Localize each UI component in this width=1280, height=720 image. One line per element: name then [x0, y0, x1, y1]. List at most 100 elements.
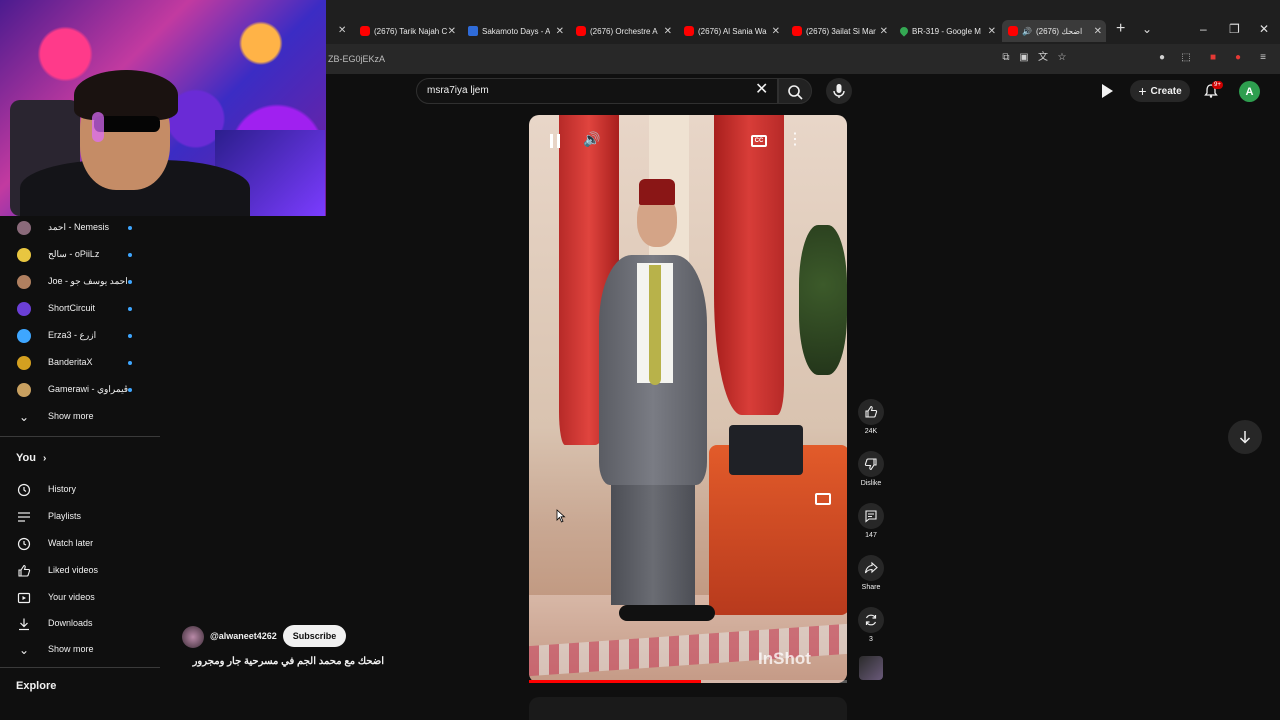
actor-fez: [639, 179, 675, 205]
remix-button[interactable]: 3: [858, 607, 884, 643]
sidebar-item-playlists[interactable]: Playlists: [0, 505, 160, 531]
channel-avatar: [17, 221, 31, 235]
search-query-text[interactable]: msra7iya ljem: [427, 85, 489, 96]
search-button[interactable]: [778, 78, 812, 104]
new-content-dot: [128, 388, 132, 392]
sidebar-subscription-item[interactable]: Gamerawi - ڨيمراوي: [0, 378, 160, 404]
remix-count: 3: [869, 636, 873, 643]
bookmark-star-icon[interactable]: ☆: [1056, 52, 1068, 64]
maximize-button[interactable]: ❐: [1229, 22, 1240, 36]
you-heading-label: You: [16, 452, 36, 464]
downloads-icon: [19, 618, 29, 631]
short-progress-bar[interactable]: [529, 680, 847, 683]
sidebar-subscription-item[interactable]: ShortCircuit: [0, 297, 160, 323]
new-content-dot: [128, 253, 132, 257]
sidebar-item-watch-later[interactable]: Watch later: [0, 532, 160, 558]
extensions-puzzle-icon[interactable]: ⬚: [1180, 52, 1192, 64]
pause-icon[interactable]: [545, 131, 565, 151]
channel-handle[interactable]: @alwaneet4262: [210, 631, 277, 641]
browser-menu-icon[interactable]: ≡: [1257, 52, 1269, 64]
browser-tab[interactable]: BR-319 - Google M ✕: [900, 20, 996, 42]
play-icon[interactable]: [1102, 84, 1113, 98]
mouse-cursor-icon: [556, 509, 566, 523]
picture-in-picture-icon[interactable]: [815, 493, 831, 505]
sidebar-subscription-item[interactable]: احمد - Nemesis: [0, 216, 160, 242]
browser-tab-active[interactable]: 🔊 (2676) اضحك ✕: [1002, 20, 1106, 42]
extension-badge-icon[interactable]: ■: [1207, 52, 1219, 64]
sidebar-item-downloads[interactable]: Downloads: [0, 612, 160, 638]
address-bar-url[interactable]: ZB-EG0jEKzA: [328, 54, 385, 64]
youtube-icon: [1008, 26, 1018, 36]
comments-button[interactable]: 147: [858, 503, 884, 539]
comments-button-circle[interactable]: [858, 503, 884, 529]
share-button[interactable]: Share: [858, 555, 884, 591]
channel-avatar: [17, 248, 31, 262]
close-window-button[interactable]: ✕: [1259, 22, 1269, 36]
share-label: Share: [861, 584, 881, 591]
translate-icon[interactable]: 文: [1037, 52, 1049, 64]
sidebar-subscription-item[interactable]: سالح - oPiiLz: [0, 243, 160, 269]
sidebar-item-liked-videos[interactable]: Liked videos: [0, 559, 160, 585]
extension-icon[interactable]: ●: [1156, 52, 1168, 64]
browser-tab[interactable]: Sakamoto Days - A ✕: [468, 20, 564, 42]
channel-avatar[interactable]: [182, 626, 204, 648]
clear-search-icon[interactable]: ✕: [755, 82, 768, 98]
short-title[interactable]: اضحك مع محمد الجم في مسرحية جار ومجرور: [182, 656, 384, 667]
new-content-dot: [128, 307, 132, 311]
next-short-preview[interactable]: [529, 697, 847, 720]
close-tab-icon[interactable]: ✕: [772, 26, 780, 37]
show-more-subscriptions[interactable]: ⌄ Show more: [0, 405, 160, 431]
close-tab-icon[interactable]: ✕: [448, 26, 456, 37]
tab-search-chevron-icon[interactable]: ⌄: [1142, 22, 1152, 36]
streamer-hair: [74, 70, 178, 120]
close-tab-icon[interactable]: ✕: [556, 26, 564, 37]
arrow-down-icon: [1239, 431, 1251, 444]
sidebar-item-your-videos[interactable]: Your videos: [0, 586, 160, 612]
tab-title: BR-319 - Google M: [912, 26, 981, 36]
volume-icon[interactable]: 🔊: [583, 131, 600, 148]
sidebar-subscription-item[interactable]: Joe - احمد يوسف جو: [0, 270, 160, 296]
sidebar-item-history[interactable]: History: [0, 478, 160, 504]
new-tab-button[interactable]: +: [1116, 20, 1125, 38]
sidebar-subscription-item[interactable]: Erza3 - ازرع: [0, 324, 160, 350]
more-options-icon[interactable]: ⋮: [787, 129, 803, 149]
browser-tab[interactable]: (2676) 3ailat Si Mar ✕: [792, 20, 888, 42]
minimize-button[interactable]: –: [1200, 22, 1207, 36]
comment-count: 147: [865, 532, 877, 539]
sidebar-subscription-item[interactable]: BanderitaX: [0, 351, 160, 377]
browser-tab[interactable]: (2676) Orchestre A ✕: [576, 20, 672, 42]
like-button-circle[interactable]: [858, 399, 884, 425]
voice-search-button[interactable]: [826, 78, 852, 104]
create-button[interactable]: + Create: [1130, 80, 1190, 102]
sound-thumbnail[interactable]: [859, 656, 883, 680]
channel-name: ShortCircuit: [48, 303, 96, 313]
youtube-icon: [792, 26, 802, 36]
share-button-circle[interactable]: [858, 555, 884, 581]
dislike-button[interactable]: Dislike: [858, 451, 884, 487]
channel-name: Erza3 - ازرع: [48, 330, 97, 340]
close-tab-icon[interactable]: ✕: [988, 26, 996, 37]
close-tab-icon[interactable]: ✕: [880, 26, 888, 37]
browser-tab[interactable]: (2676) Al Sania Wa ✕: [684, 20, 780, 42]
headset: [92, 112, 104, 142]
browser-tab[interactable]: (2676) Tarik Najah C ✕: [360, 20, 456, 42]
speaker-icon[interactable]: 🔊: [1022, 27, 1032, 36]
close-tab-icon[interactable]: ✕: [1094, 26, 1102, 37]
remix-button-circle[interactable]: [858, 607, 884, 633]
close-tab-icon[interactable]: ✕: [664, 26, 672, 37]
subscribe-button[interactable]: Subscribe: [283, 625, 346, 647]
you-section-heading[interactable]: You ›: [16, 452, 46, 464]
install-app-icon[interactable]: ⧉: [1000, 52, 1012, 64]
account-avatar[interactable]: A: [1239, 81, 1260, 102]
chevron-down-icon: ⌄: [18, 643, 30, 657]
next-short-button[interactable]: [1228, 420, 1262, 454]
close-tab-icon[interactable]: ✕: [338, 25, 346, 36]
dislike-button-circle[interactable]: [858, 451, 884, 477]
show-more-you[interactable]: ⌄ Show more: [0, 638, 160, 664]
closed-captions-icon[interactable]: CC: [751, 135, 767, 147]
like-button[interactable]: 24K: [858, 399, 884, 435]
short-video-player[interactable]: 🔊 CC ⋮ InShot: [529, 115, 847, 683]
screenshot-icon[interactable]: ▣: [1018, 52, 1030, 64]
profile-icon[interactable]: ●: [1232, 52, 1244, 64]
tab-title: (2676) Al Sania Wa: [698, 26, 767, 36]
